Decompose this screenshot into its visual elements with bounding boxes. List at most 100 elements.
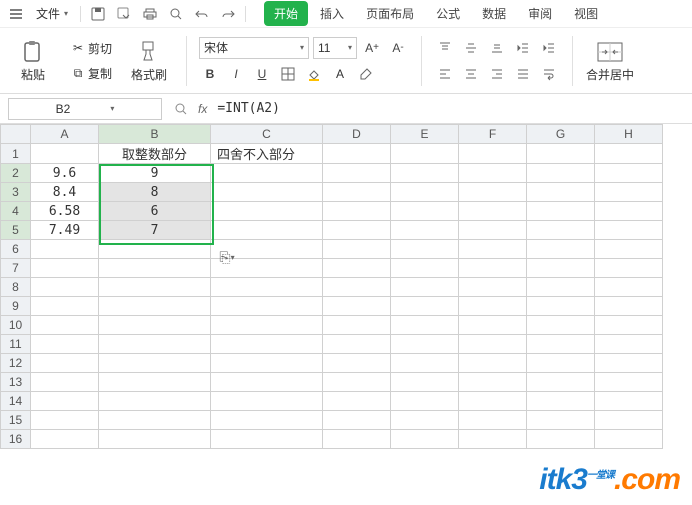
cell[interactable]	[31, 297, 99, 316]
cell[interactable]	[391, 354, 459, 373]
cell[interactable]	[595, 297, 663, 316]
cell[interactable]: 7	[99, 221, 211, 240]
cell[interactable]	[99, 392, 211, 411]
font-name-select[interactable]: 宋体▾	[199, 37, 309, 59]
cell[interactable]	[99, 430, 211, 449]
tab-view[interactable]: 视图	[564, 1, 608, 26]
cell[interactable]: 7.49	[31, 221, 99, 240]
row-header[interactable]: 10	[1, 316, 31, 335]
cell[interactable]	[323, 183, 391, 202]
saveas-icon[interactable]	[113, 3, 135, 25]
cell[interactable]	[99, 354, 211, 373]
cell[interactable]: 6	[99, 202, 211, 221]
cell[interactable]	[391, 411, 459, 430]
cell[interactable]	[391, 144, 459, 164]
cut-button[interactable]: ✂剪切	[66, 38, 116, 59]
cell[interactable]	[211, 316, 323, 335]
row-header[interactable]: 5	[1, 221, 31, 240]
cell[interactable]	[527, 335, 595, 354]
cell[interactable]	[323, 221, 391, 240]
decrease-font-icon[interactable]: A-	[387, 37, 409, 59]
cell[interactable]	[459, 392, 527, 411]
tab-insert[interactable]: 插入	[310, 1, 354, 26]
cell[interactable]	[99, 259, 211, 278]
cell[interactable]	[323, 430, 391, 449]
cell[interactable]	[459, 335, 527, 354]
cell[interactable]	[391, 240, 459, 259]
cell[interactable]	[391, 259, 459, 278]
cell[interactable]	[527, 392, 595, 411]
align-bottom-icon[interactable]	[486, 37, 508, 59]
row-header[interactable]: 11	[1, 335, 31, 354]
row-header[interactable]: 8	[1, 278, 31, 297]
cell[interactable]	[99, 335, 211, 354]
cell[interactable]	[595, 202, 663, 221]
row-header[interactable]: 14	[1, 392, 31, 411]
justify-icon[interactable]	[512, 63, 534, 85]
redo-icon[interactable]	[217, 3, 239, 25]
cell[interactable]	[595, 240, 663, 259]
cell[interactable]	[391, 221, 459, 240]
cell[interactable]: 6.58	[31, 202, 99, 221]
row-header[interactable]: 6	[1, 240, 31, 259]
name-box[interactable]: B2 ▾	[8, 98, 162, 120]
cell[interactable]	[323, 316, 391, 335]
cell[interactable]	[527, 354, 595, 373]
cell[interactable]	[459, 430, 527, 449]
cell[interactable]	[459, 259, 527, 278]
tab-formulas[interactable]: 公式	[426, 1, 470, 26]
bold-button[interactable]: B	[199, 63, 221, 85]
print-icon[interactable]	[139, 3, 161, 25]
align-left-icon[interactable]	[434, 63, 456, 85]
cell[interactable]	[391, 392, 459, 411]
underline-button[interactable]: U	[251, 63, 273, 85]
cell[interactable]	[527, 316, 595, 335]
cell[interactable]	[527, 183, 595, 202]
auto-fill-options-icon[interactable]: ⎘▾	[222, 252, 232, 262]
cell[interactable]: 8.4	[31, 183, 99, 202]
file-menu[interactable]: 文件 ▾	[30, 3, 74, 24]
italic-button[interactable]: I	[225, 63, 247, 85]
cell[interactable]	[595, 164, 663, 183]
col-header-A[interactable]: A	[31, 125, 99, 144]
cell[interactable]	[527, 297, 595, 316]
cell[interactable]	[211, 297, 323, 316]
border-button[interactable]	[277, 63, 299, 85]
align-center-icon[interactable]	[460, 63, 482, 85]
cell[interactable]	[323, 240, 391, 259]
hamburger-icon[interactable]	[6, 4, 26, 24]
cell[interactable]	[595, 259, 663, 278]
cell[interactable]: 9	[99, 164, 211, 183]
cell[interactable]	[391, 164, 459, 183]
col-header-H[interactable]: H	[595, 125, 663, 144]
row-header[interactable]: 12	[1, 354, 31, 373]
cell[interactable]	[323, 354, 391, 373]
cell[interactable]	[211, 411, 323, 430]
col-header-E[interactable]: E	[391, 125, 459, 144]
highlight-button[interactable]	[355, 63, 377, 85]
cell[interactable]	[459, 240, 527, 259]
cell[interactable]	[391, 278, 459, 297]
cell[interactable]	[31, 259, 99, 278]
cell[interactable]	[459, 316, 527, 335]
cell[interactable]	[595, 354, 663, 373]
undo-icon[interactable]	[191, 3, 213, 25]
cell[interactable]	[459, 297, 527, 316]
cell[interactable]	[211, 278, 323, 297]
cell[interactable]	[323, 144, 391, 164]
increase-font-icon[interactable]: A+	[361, 37, 383, 59]
cell[interactable]	[391, 297, 459, 316]
cell[interactable]	[323, 335, 391, 354]
format-painter-button[interactable]: 格式刷	[124, 33, 174, 89]
tab-page-layout[interactable]: 页面布局	[356, 1, 424, 26]
cell[interactable]	[99, 411, 211, 430]
cell[interactable]	[527, 144, 595, 164]
copy-button[interactable]: ⧉复制	[66, 63, 116, 84]
cell[interactable]	[31, 430, 99, 449]
cell[interactable]	[211, 164, 323, 183]
wrap-text-icon[interactable]	[538, 63, 560, 85]
cell[interactable]	[391, 335, 459, 354]
cell[interactable]	[31, 316, 99, 335]
paste-button[interactable]: 粘贴	[8, 33, 58, 89]
cell[interactable]	[323, 164, 391, 183]
